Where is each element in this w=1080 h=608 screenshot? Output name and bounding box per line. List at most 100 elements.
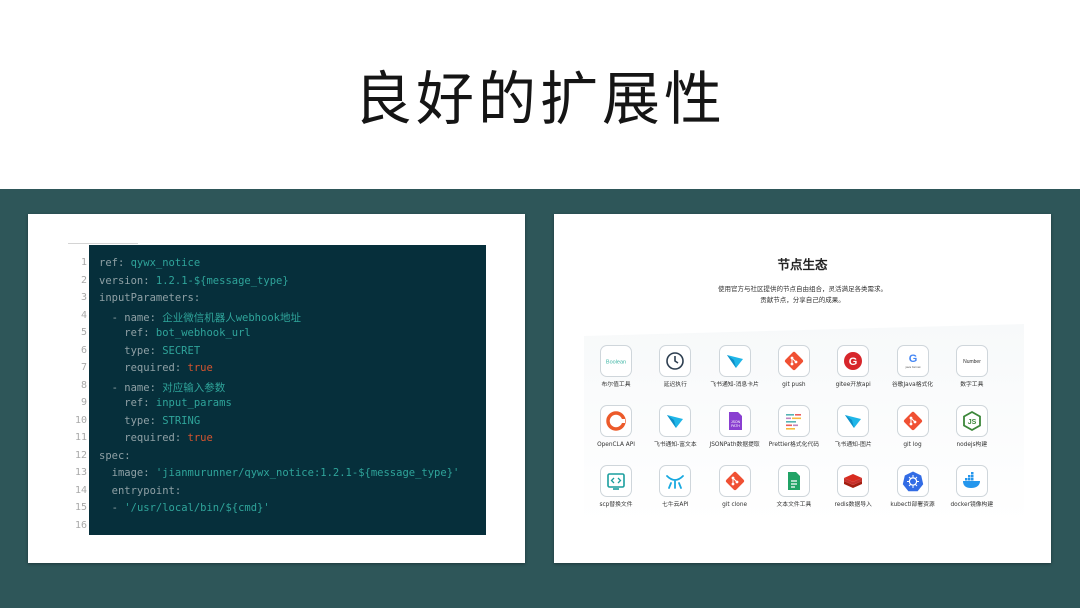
feishu-icon [659, 405, 692, 437]
node-label: 飞书通知-消息卡片 [710, 382, 759, 388]
line-number: 10 [74, 414, 87, 426]
yaml-value: '/usr/local/bin/${cmd}' [124, 502, 270, 514]
line-number: 14 [74, 484, 87, 496]
google-java-format-icon: Gjava format [896, 345, 929, 377]
line-number: 15 [74, 502, 87, 513]
node-item[interactable]: JS nodejs构建 [946, 405, 998, 449]
node-item[interactable]: 延迟执行 [649, 345, 701, 389]
line-number: 9 [80, 397, 87, 408]
node-label: nodejs构建 [956, 442, 988, 448]
node-item[interactable]: 飞书通知-消息卡片 [709, 345, 761, 389]
text-file-icon [777, 465, 810, 497]
code-line: version: 1.2.1-${message_type} [99, 275, 289, 287]
line-number: 11 [74, 432, 87, 443]
node-label: 谷歌Java格式化 [891, 382, 934, 388]
node-item[interactable]: Number 数字工具 [946, 345, 998, 389]
git-icon [896, 405, 929, 437]
node-item[interactable]: 飞书通知-图片 [827, 405, 879, 449]
node-label: JSONPath数据提取 [709, 442, 760, 448]
yaml-key: image: [99, 467, 156, 479]
node-label: 文本文件工具 [776, 502, 812, 508]
ecosystem-title: 节点生态 [777, 257, 828, 272]
node-item[interactable]: 七牛云API [649, 465, 701, 509]
prettier-icon [777, 405, 810, 437]
svg-text:Number: Number [963, 359, 981, 365]
redis-icon [837, 465, 870, 497]
node-item[interactable]: OpenCLA API [590, 405, 642, 449]
node-item[interactable]: git push [768, 345, 820, 389]
node-label: OpenCLA API [597, 442, 635, 448]
line-number: 13 [74, 467, 87, 478]
yaml-key: spec: [99, 449, 131, 462]
yaml-key: type: [99, 414, 163, 427]
code-line: image: 'jianmurunner/qywx_notice:1.2.1-$… [99, 467, 460, 479]
node-item[interactable]: 飞书通知-富文本 [649, 405, 701, 449]
node-item[interactable]: kubectl部署资源 [887, 465, 939, 509]
yaml-key: - [99, 502, 125, 514]
code-line: type: SECRET [99, 345, 200, 357]
opencla-icon [600, 405, 632, 437]
top-divider [68, 243, 138, 244]
code-line: type: STRING [99, 415, 200, 427]
line-number: 8 [80, 379, 87, 391]
clock-icon [659, 345, 692, 377]
yaml-key: ref: [99, 327, 156, 339]
yaml-value: input_params [155, 397, 232, 409]
scp-icon [600, 465, 632, 497]
yaml-key: ref: [99, 257, 131, 269]
kubernetes-icon [896, 465, 929, 497]
code-line: - name: 企业微信机器人webhook地址 [99, 310, 301, 325]
yaml-key: version: [99, 274, 156, 287]
line-number: 2 [80, 274, 87, 286]
node-item[interactable]: JSON PATH JSONPath数据提取 [709, 405, 761, 449]
yaml-value: SECRET [162, 344, 201, 357]
nodejs-icon: JS [955, 405, 988, 437]
yaml-boolean: true [187, 432, 213, 444]
yaml-key: type: [99, 344, 163, 357]
line-number: 7 [80, 362, 87, 373]
code-card: 1 2 3 4 5 6 7 8 9 10 11 12 13 14 15 16 ref: qywx_notice… [28, 214, 525, 563]
number-icon: Number [955, 345, 988, 377]
line-number: 6 [80, 344, 87, 356]
node-item[interactable]: Prettier格式化代码 [768, 405, 820, 449]
svg-text:G: G [908, 353, 917, 365]
gitee-icon: G [837, 345, 870, 377]
node-label: Prettier格式化代码 [768, 442, 820, 448]
node-label: 飞书通知-富文本 [653, 442, 697, 448]
node-label: redis数据导入 [834, 502, 872, 508]
node-item[interactable]: git log [887, 405, 939, 449]
yaml-value: 1.2.1-${message_type} [155, 274, 289, 287]
yaml-value: 对应输入参数 [162, 381, 226, 394]
code-line: ref: input_params [99, 397, 232, 409]
node-label: 布尔值工具 [601, 382, 631, 388]
node-item[interactable]: redis数据导入 [827, 465, 879, 509]
node-label: scp替换文件 [599, 502, 633, 508]
code-line: required: true [99, 432, 213, 444]
node-item[interactable]: Gjava format 谷歌Java格式化 [887, 345, 939, 389]
node-item[interactable]: git clone [709, 465, 761, 509]
feishu-icon [837, 405, 870, 437]
node-label: 飞书通知-图片 [834, 442, 872, 448]
line-number: 12 [74, 449, 87, 461]
code-line: inputParameters: [99, 292, 200, 304]
node-item[interactable]: Ggitee开放api [827, 345, 879, 389]
code-line: - '/usr/local/bin/${cmd}' [99, 502, 270, 514]
line-number: 5 [80, 327, 87, 338]
node-item[interactable]: scp替换文件 [590, 465, 642, 509]
line-number: 16 [74, 519, 87, 531]
node-label: git push [782, 382, 806, 388]
line-number-gutter: 1 2 3 4 5 6 7 8 9 10 11 12 13 14 15 16 [68, 245, 87, 535]
node-label: 延迟执行 [663, 382, 687, 388]
svg-text:G: G [849, 356, 858, 368]
node-label: gitee开放api [835, 382, 871, 388]
ecosystem-desc-line1: 使用官方与社区提供的节点自由组合，灵活满足各类需求。 [718, 285, 887, 293]
node-item[interactable]: Boolean 布尔值工具 [590, 345, 642, 389]
ecosystem-card: 节点生态 使用官方与社区提供的节点自由组合，灵活满足各类需求。 贡献节点，分享自… [554, 214, 1051, 563]
svg-text:java format: java format [904, 365, 920, 369]
node-item[interactable]: 文本文件工具 [768, 465, 820, 509]
node-item[interactable]: docker镜像构建 [946, 465, 998, 509]
node-label: 数字工具 [960, 382, 984, 388]
yaml-code-block: ref: qywx_notice version: 1.2.1-${message… [89, 245, 486, 535]
yaml-value: 企业微信机器人webhook地址 [162, 311, 301, 324]
svg-text:JS: JS [968, 419, 977, 426]
